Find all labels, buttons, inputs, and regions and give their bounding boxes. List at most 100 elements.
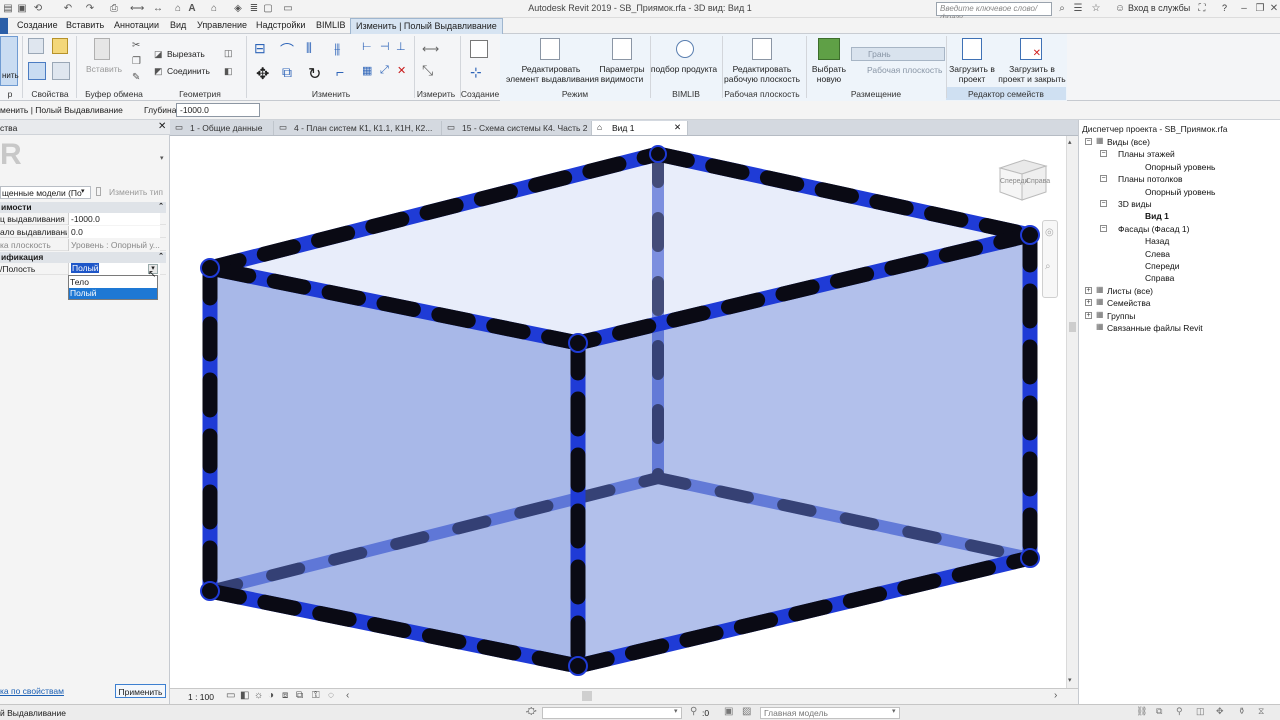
collapse-icon[interactable]: − <box>1100 175 1107 183</box>
extend-icon[interactable]: ⊥ <box>396 40 406 53</box>
array-icon[interactable]: ▦ <box>362 64 372 77</box>
filter-selection-icon[interactable]: ⚱ <box>1238 706 1246 717</box>
text-icon[interactable]: A <box>186 3 198 15</box>
mirror-draw-icon[interactable]: ⫵ <box>334 40 340 57</box>
join-geometry-button[interactable]: Соединить <box>167 66 210 76</box>
edit-workplane-button[interactable]: Редактировать рабочую плоскость <box>722 64 802 84</box>
panel-family-editor[interactable]: Редактор семейств <box>946 89 1066 100</box>
search-input[interactable]: Введите ключевое слово/фразу <box>936 2 1052 22</box>
select-pinned-icon[interactable]: ⚲ <box>1176 706 1183 717</box>
pick-new-host-button[interactable]: Выбрать новую <box>808 64 850 84</box>
file-tab[interactable] <box>0 18 8 34</box>
tab-view-scheme[interactable]: ▭ 15 - Схема системы К4. Часть 2 <box>442 121 592 135</box>
lock-3d-icon[interactable]: ⚿ <box>312 690 320 701</box>
paste-icon[interactable] <box>94 38 110 60</box>
cut-scissors-icon[interactable]: ✂ <box>132 40 140 51</box>
drawing-area[interactable]: Спереди Справа ◎ ⌕ <box>170 136 1078 688</box>
trim-icon[interactable]: ⊣ <box>380 40 390 53</box>
expand-icon[interactable]: + <box>1085 299 1092 307</box>
offset-icon[interactable]: ⌒ <box>280 40 294 60</box>
minimize-icon[interactable]: – <box>1238 3 1250 15</box>
load-into-project-icon[interactable] <box>962 38 982 60</box>
visibility-settings-button[interactable]: Параметры видимости <box>598 64 646 84</box>
tab-view[interactable]: Вид <box>170 20 186 30</box>
edit-type-button[interactable]: Изменить тип <box>109 187 163 197</box>
temporary-hide-icon[interactable]: ◌ <box>328 690 334 701</box>
crop-view-icon[interactable]: ⧈ <box>282 690 288 701</box>
collapse-icon[interactable]: − <box>1085 138 1092 145</box>
load-into-project-close-button[interactable]: Загрузить в проект и закрыть <box>998 64 1066 84</box>
open-icon[interactable]: ▤ <box>2 3 14 15</box>
help-icon[interactable]: ? <box>1222 3 1227 13</box>
section-icon[interactable]: ◈ <box>232 3 244 15</box>
print-icon[interactable]: ⎙ <box>108 3 120 15</box>
shadows-icon[interactable]: ◑ <box>268 690 274 701</box>
edit-extrusion-icon[interactable] <box>540 38 560 60</box>
load-into-project-close-icon[interactable]: ✕ <box>1020 38 1042 60</box>
panel-placement[interactable]: Размещение <box>806 89 946 100</box>
edit-extrusion-button[interactable]: Редактировать элемент выдавливания <box>506 64 599 84</box>
visual-style-icon[interactable]: ◧ <box>240 690 249 701</box>
group-constraints[interactable]: имости ⌃ <box>0 202 166 213</box>
create-group-icon[interactable] <box>470 40 488 58</box>
panel-properties[interactable]: Свойства <box>26 89 74 100</box>
extrusion-start-field[interactable]: 0.0 <box>68 226 160 238</box>
scroll-thumb[interactable] <box>1069 322 1076 332</box>
depth-input[interactable]: -1000.0 <box>176 103 260 117</box>
face-placement-toggle[interactable]: Грань <box>851 47 945 61</box>
measure-icon[interactable]: ⟷ <box>130 3 144 15</box>
close-icon[interactable]: ✕ <box>1268 3 1280 15</box>
tab-view-plan[interactable]: ▭ 4 - План систем К1, К1.1, К1Н, К2... <box>274 121 442 135</box>
redo-icon[interactable]: ↷ <box>84 3 96 15</box>
workset-select[interactable] <box>542 707 682 719</box>
collapse-icon[interactable]: − <box>1100 200 1107 207</box>
tab-create[interactable]: Создание <box>17 20 58 30</box>
property-row-extrusion-start[interactable]: ало выдавливания 0.0 <box>0 226 166 238</box>
tab-view-general[interactable]: ▭ 1 - Общие данные <box>170 121 274 135</box>
collapse-icon[interactable]: ⌃ <box>158 252 164 260</box>
edit-workplane-icon[interactable] <box>752 38 772 60</box>
property-row-extrusion-end[interactable]: ц выдавливания -1000.0 <box>0 213 166 225</box>
copy-element-icon[interactable]: ⧉ <box>282 64 292 81</box>
panel-create[interactable]: Создание <box>460 89 500 100</box>
mirror-axis-icon[interactable]: ⫴ <box>306 40 312 57</box>
select-underlay-icon[interactable]: ⧉ <box>1156 706 1162 717</box>
collapse-icon[interactable]: − <box>1100 150 1107 158</box>
scroll-down-icon[interactable]: ▾ <box>1068 676 1072 684</box>
exchange-icon[interactable]: ⛶ <box>1196 3 1208 15</box>
rotate-icon[interactable]: ↻ <box>308 64 321 84</box>
tab-view-3d[interactable]: ⌂ Вид 1 ✕ <box>592 121 688 135</box>
select-links-icon[interactable]: ⛓ <box>1136 706 1147 717</box>
steering-wheel-icon[interactable]: ◎ <box>1045 227 1054 238</box>
join-geometry-icon[interactable]: ◩ <box>154 66 163 77</box>
panel-clipboard[interactable]: Буфер обмена <box>80 89 148 100</box>
expand-icon[interactable]: + <box>1085 311 1092 319</box>
solid-void-select[interactable]: Полый <box>68 263 160 275</box>
zoom-icon[interactable]: ⌕ <box>1045 261 1051 272</box>
family-types-icon[interactable] <box>52 38 68 54</box>
close-hidden-icon[interactable]: ▢ <box>262 3 274 15</box>
panel-workplane[interactable]: Рабочая плоскость <box>722 89 802 100</box>
thin-lines-icon[interactable]: ≣ <box>248 3 260 15</box>
measure-distance-icon[interactable]: ⟷ <box>422 42 439 56</box>
properties-help-link[interactable]: ка по свойствам <box>0 686 64 696</box>
option-void[interactable]: Полый <box>69 288 157 299</box>
collapse-icon[interactable]: ⌃ <box>158 202 164 210</box>
create-similar-icon[interactable]: ⊹ <box>470 64 482 81</box>
restore-icon[interactable]: ❐ <box>1254 3 1266 15</box>
show-crop-icon[interactable]: ⧉ <box>296 690 303 701</box>
design-options-icon[interactable]: ▨ <box>742 706 751 717</box>
tag-icon[interactable]: ⌂ <box>172 3 184 15</box>
3d-view-icon[interactable]: ⌂ <box>208 3 220 15</box>
tab-modify-void-extrusion[interactable]: Изменить | Полый Выдавливание <box>350 18 503 34</box>
cut-geometry-icon[interactable]: ◪ <box>154 49 163 60</box>
panel-geometry[interactable]: Геометрия <box>160 89 240 100</box>
worksets-icon[interactable]: ⛮ <box>526 706 537 717</box>
drag-elements-icon[interactable]: ✥ <box>1216 706 1224 717</box>
filter-count-icon[interactable]: ⧖ <box>1258 706 1264 717</box>
wall-join-icon[interactable]: ◫ <box>224 48 233 59</box>
workplane-placement-toggle[interactable]: Рабочая плоскость <box>851 64 945 78</box>
viewcube-front-label[interactable]: Спереди <box>1000 178 1028 185</box>
view-scale[interactable]: 1 : 100 <box>188 692 214 702</box>
properties-icon[interactable] <box>28 38 44 54</box>
